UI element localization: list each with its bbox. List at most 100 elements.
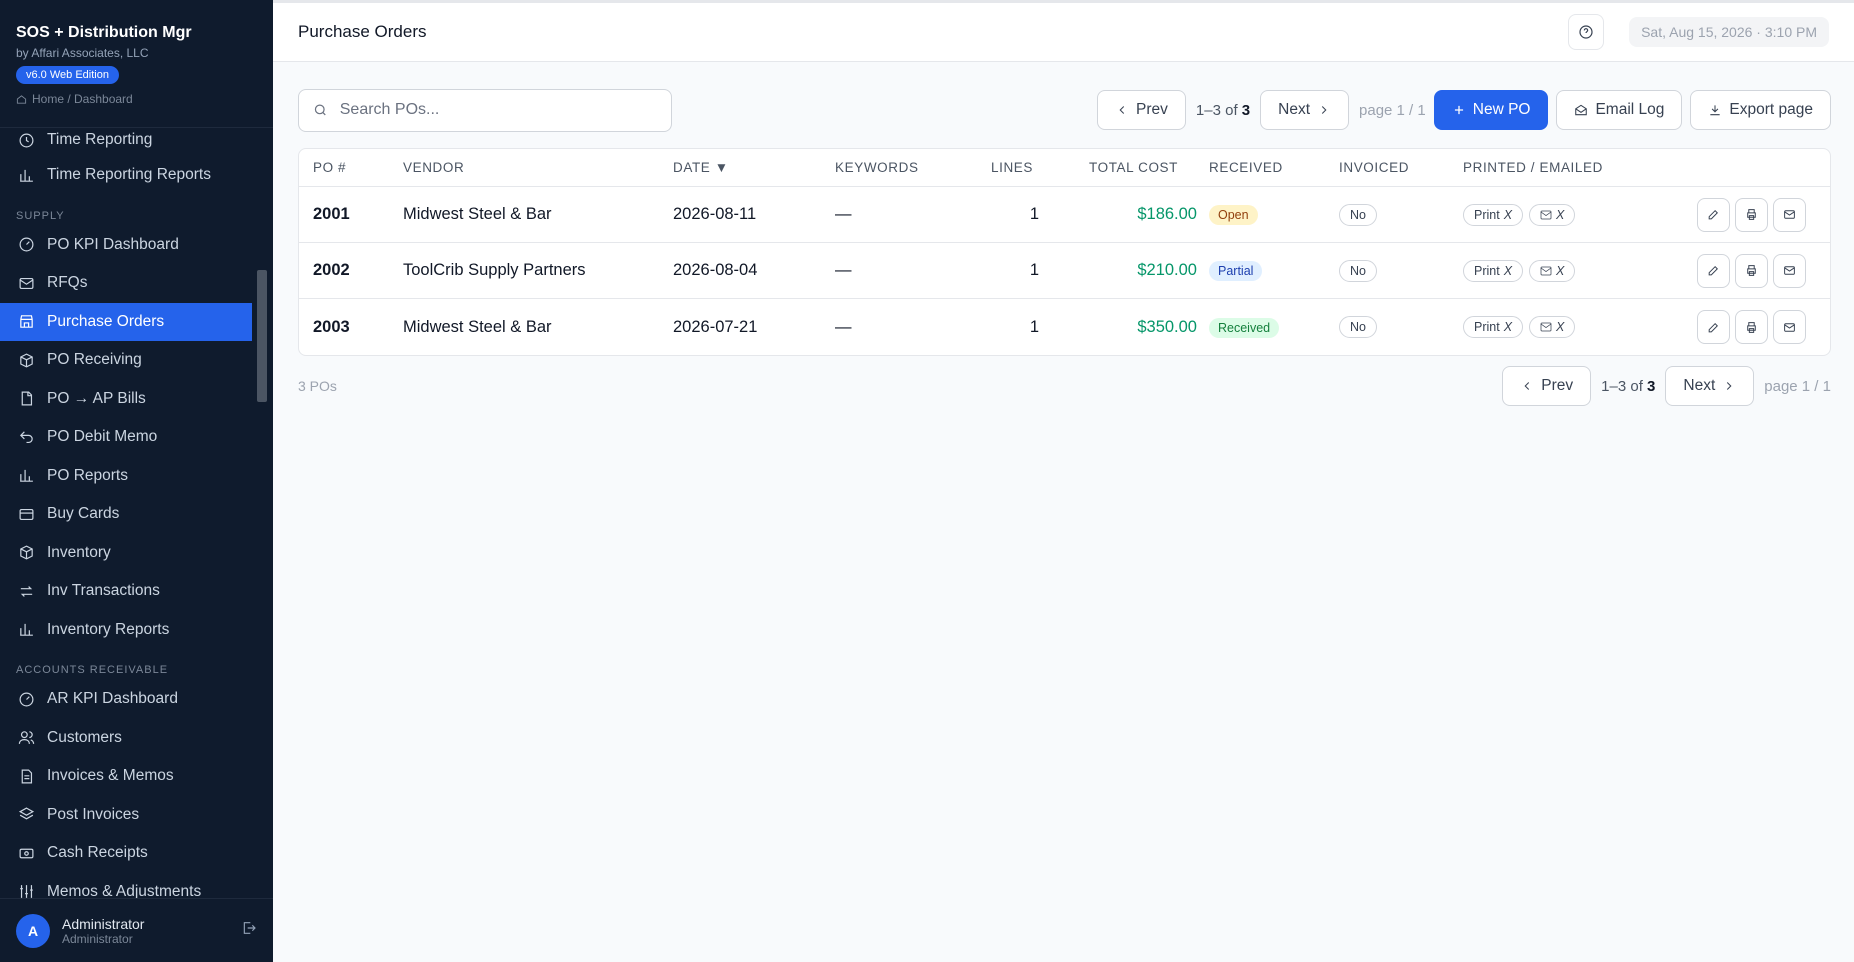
sidebar-item-buy-cards[interactable]: Buy Cards (0, 495, 252, 534)
sidebar-item-time-reporting[interactable]: Time Reporting (0, 128, 252, 156)
cell-total-cost: $186.00 (1137, 205, 1197, 223)
bar-chart-icon (20, 624, 33, 637)
cell-po: 2003 (313, 317, 350, 336)
undo-icon (19, 431, 33, 443)
search-input[interactable] (339, 101, 657, 119)
cell-lines: 1 (1029, 317, 1039, 336)
sidebar-item-po-reports[interactable]: PO Reports (0, 457, 252, 496)
app-vendor: by Affari Associates, LLC (16, 46, 149, 60)
next-button-bottom[interactable]: Next (1665, 366, 1755, 406)
search-box[interactable] (298, 88, 672, 132)
cell-date: 2026-07-21 (673, 317, 758, 336)
col-po[interactable]: PO # (313, 160, 346, 175)
gauge-icon (19, 692, 34, 707)
user-name: Administrator (62, 915, 145, 932)
edit-button[interactable] (1697, 253, 1730, 288)
table-row[interactable]: 2002 ToolCrib Supply Partners 2026-08-04… (299, 243, 1830, 299)
email-status-chip[interactable]: X (1529, 316, 1576, 338)
sidebar-item-label: Cash Receipts (47, 844, 148, 862)
cell-po: 2001 (313, 205, 350, 223)
sidebar-item-time-reporting-reports[interactable]: Time Reporting Reports (0, 156, 252, 195)
cell-lines: 1 (1029, 261, 1039, 279)
sidebar-item-po-receiving[interactable]: PO Receiving (0, 341, 252, 380)
cell-po: 2002 (313, 261, 350, 279)
sidebar-item-po-kpi-dashboard[interactable]: PO KPI Dashboard (0, 226, 252, 265)
avatar[interactable]: A (16, 913, 50, 948)
next-button-top[interactable]: Next (1260, 90, 1350, 130)
print-status-chip[interactable]: Print X (1463, 316, 1524, 338)
sidebar-scrollbar-track[interactable] (256, 128, 268, 898)
col-vendor[interactable]: VENDOR (403, 160, 464, 175)
help-button[interactable] (1568, 14, 1605, 50)
logout-button[interactable] (241, 920, 257, 941)
bar-chart-icon (20, 470, 33, 483)
sidebar-item-inventory[interactable]: Inventory (0, 534, 252, 573)
next-label: Next (1683, 377, 1716, 394)
sidebar-item-customers[interactable]: Customers (0, 719, 252, 758)
sidebar-item-po-debit-memo[interactable]: PO Debit Memo (0, 418, 252, 457)
sidebar-item-post-invoices[interactable]: Post Invoices (0, 796, 252, 835)
sidebar-item-po-ap-bills[interactable]: PO → AP Bills (0, 380, 252, 419)
col-keywords[interactable]: KEYWORDS (835, 160, 919, 175)
email-button[interactable] (1773, 253, 1806, 288)
brand-block: SOS + Distribution Mgr by Affari Associa… (0, 0, 273, 128)
sidebar-item-memos-adjustments[interactable]: Memos & Adjustments (0, 873, 252, 898)
sidebar-item-cash-receipts[interactable]: Cash Receipts (0, 834, 252, 873)
cell-total-cost: $350.00 (1137, 317, 1197, 336)
sidebar: SOS + Distribution Mgr by Affari Associa… (0, 0, 273, 962)
po-table: PO # VENDOR DATE ▼ KEYWORDS LINES TOTAL … (298, 148, 1831, 356)
sidebar-item-inv-transactions[interactable]: Inv Transactions (0, 572, 252, 611)
sidebar-item-purchase-orders[interactable]: Purchase Orders (0, 302, 252, 341)
sidebar-item-inventory-reports[interactable]: Inventory Reports (0, 611, 252, 650)
breadcrumb[interactable]: Home / Dashboard (16, 92, 257, 106)
table-row[interactable]: 2003 Midwest Steel & Bar 2026-07-21 — 1 … (299, 299, 1830, 355)
col-total-cost[interactable]: TOTAL COST (1089, 160, 1178, 175)
sidebar-item-label: PO Receiving (47, 351, 142, 369)
col-received[interactable]: RECEIVED (1209, 160, 1283, 175)
invoiced-badge: No (1339, 203, 1377, 226)
print-label: Print (1474, 263, 1500, 278)
email-button[interactable] (1773, 310, 1806, 344)
download-icon (1710, 105, 1721, 116)
col-date[interactable]: DATE ▼ (673, 160, 729, 175)
prev-button-bottom[interactable]: Prev (1502, 366, 1592, 406)
col-invoiced[interactable]: INVOICED (1339, 160, 1409, 175)
sidebar-scrollbar-thumb[interactable] (257, 270, 267, 402)
email-status-chip[interactable]: X (1529, 203, 1576, 226)
table-row[interactable]: 2001 Midwest Steel & Bar 2026-08-11 — 1 … (299, 187, 1830, 243)
box-icon (20, 353, 33, 368)
top-bar: Purchase Orders Sat, Aug 15, 2026 · 3:10… (273, 0, 1854, 62)
email-status-chip[interactable]: X (1529, 259, 1576, 282)
row-actions (1697, 253, 1806, 288)
new-po-button[interactable]: New PO (1433, 90, 1549, 130)
col-lines[interactable]: LINES (991, 160, 1033, 175)
sidebar-item-label: Inv Transactions (47, 582, 160, 600)
print-button[interactable] (1735, 197, 1768, 232)
col-printed-emailed[interactable]: PRINTED / EMAILED (1463, 160, 1603, 175)
sidebar-item-label: AR KPI Dashboard (47, 690, 178, 708)
sidebar-item-rfqs[interactable]: RFQs (0, 264, 252, 303)
print-status-chip[interactable]: Print X (1463, 259, 1524, 282)
print-button[interactable] (1735, 310, 1768, 344)
sidebar-item-ar-kpi-dashboard[interactable]: AR KPI Dashboard (0, 680, 252, 719)
sidebar-item-label: Inventory Reports (47, 620, 170, 638)
edit-button[interactable] (1697, 310, 1730, 344)
range-prefix: 1–3 of (1195, 101, 1238, 119)
chevron-right-icon (1727, 382, 1732, 390)
edit-button[interactable] (1697, 197, 1730, 232)
email-mark: X (1556, 320, 1565, 334)
user-info: Administrator Administrator (62, 916, 241, 946)
print-status-chip[interactable]: Print X (1463, 203, 1524, 226)
print-button[interactable] (1735, 253, 1768, 288)
export-page-button[interactable]: Export page (1690, 90, 1831, 130)
sidebar-item-invoices-memos[interactable]: Invoices & Memos (0, 757, 252, 796)
prev-button-top[interactable]: Prev (1097, 90, 1186, 130)
email-log-button[interactable]: Email Log (1556, 90, 1683, 130)
sidebar-item-label: PO → AP Bills (47, 389, 146, 407)
printer-icon (1747, 209, 1756, 220)
mail-icon (1540, 210, 1552, 219)
email-button[interactable] (1773, 197, 1806, 232)
page-title: Purchase Orders (298, 22, 427, 41)
store-icon (20, 315, 33, 329)
cell-keywords: — (835, 205, 852, 223)
